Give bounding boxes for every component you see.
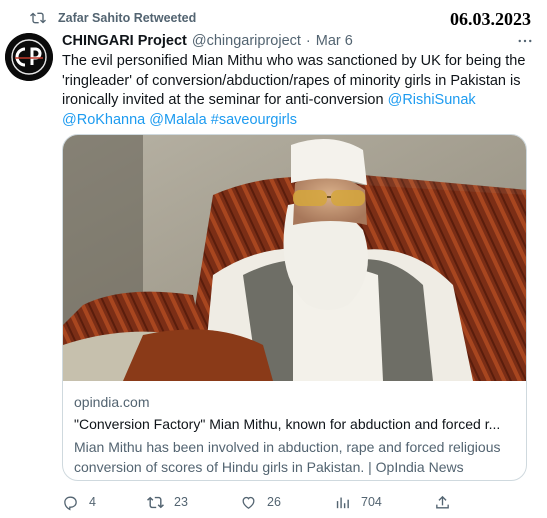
- mention-link[interactable]: @Malala: [149, 112, 206, 128]
- views-count: 704: [361, 495, 382, 509]
- share-button[interactable]: [434, 492, 451, 512]
- heart-icon: [242, 496, 255, 509]
- share-icon: [436, 495, 449, 508]
- retweet-count: 23: [174, 495, 188, 509]
- retweet-label[interactable]: Zafar Sahito Retweeted: [58, 11, 196, 25]
- retweet-icon: [30, 12, 46, 24]
- card-domain: opindia.com: [74, 394, 150, 410]
- date-stamp: 06.03.2023: [450, 9, 531, 29]
- action-bar: 4 23 26 704: [62, 492, 462, 512]
- avatar[interactable]: [5, 33, 53, 81]
- views-icon: [336, 497, 349, 508]
- reply-icon: [64, 496, 77, 510]
- author-handle[interactable]: @chingariproject: [192, 33, 301, 49]
- more-icon: [518, 39, 532, 43]
- tweet-timestamp[interactable]: Mar 6: [316, 33, 353, 49]
- like-button[interactable]: 26: [240, 492, 281, 512]
- card-title[interactable]: "Conversion Factory" Mian Mithu, known f…: [74, 414, 516, 434]
- link-card[interactable]: opindia.com "Conversion Factory" Mian Mi…: [62, 134, 527, 481]
- reply-button[interactable]: 4: [62, 492, 96, 512]
- mention-link[interactable]: @RishiSunak: [388, 92, 476, 108]
- tweet-text: The evil personified Mian Mithu who was …: [62, 52, 532, 130]
- card-image: [63, 135, 526, 381]
- chingari-logo-icon: [5, 33, 53, 81]
- retweet-context: Zafar Sahito Retweeted: [30, 10, 196, 26]
- author-name[interactable]: CHINGARI Project: [62, 33, 187, 49]
- separator-dot: ·: [305, 33, 311, 49]
- reply-count: 4: [89, 495, 96, 509]
- retweet-button[interactable]: 23: [147, 492, 188, 512]
- more-button[interactable]: [515, 31, 535, 51]
- card-description: Mian Mithu has been involved in abductio…: [74, 439, 501, 475]
- hashtag-link[interactable]: #saveourgirls: [211, 112, 297, 128]
- like-count: 26: [267, 495, 281, 509]
- card-meta: opindia.com "Conversion Factory" Mian Mi…: [74, 392, 516, 477]
- tweet-header: CHINGARI Project @chingariproject · Mar …: [62, 31, 535, 51]
- mention-link[interactable]: @RoKhanna: [62, 112, 145, 128]
- retweet-icon: [147, 496, 164, 508]
- views-button[interactable]: 704: [334, 492, 382, 512]
